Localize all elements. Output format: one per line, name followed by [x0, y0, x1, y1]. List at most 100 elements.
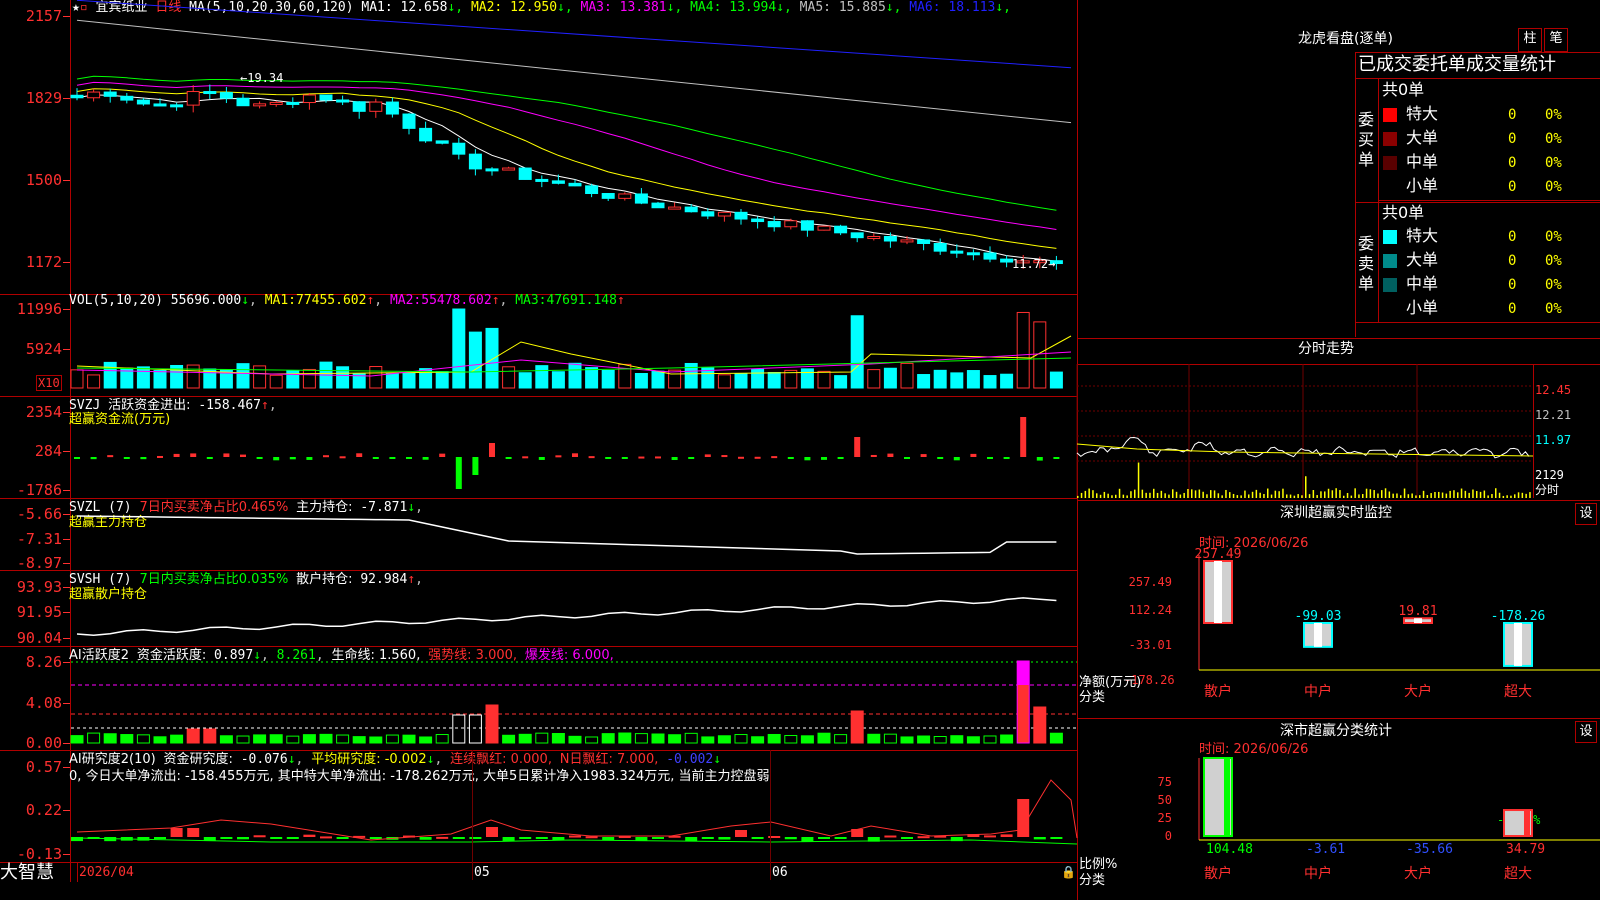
intraday-volume-bar	[1225, 489, 1227, 498]
candle-body	[651, 202, 665, 209]
stats-bar-value: 34.79	[1506, 842, 1545, 857]
intraday-volume-bar	[1118, 488, 1121, 498]
intraday-volume-bar	[1267, 488, 1269, 498]
stats-bar-chart[interactable]: 104.48 散户 -3.61 中户 -35.66 大户 34.79 超大	[1077, 740, 1600, 900]
intraday-volume-bar	[1343, 495, 1345, 498]
research-chart[interactable]	[71, 750, 1078, 862]
y-tick-label: 11996	[16, 300, 62, 318]
activity-bar	[236, 735, 250, 744]
intraday-volume-bar	[1103, 491, 1106, 498]
intraday-volume-bar	[1331, 490, 1334, 498]
stats-category-label: 中户	[1304, 865, 1332, 882]
monitor-bar-highlight	[1314, 623, 1322, 647]
intraday-unit: 分时	[1535, 483, 1560, 497]
y-tick-label: 0.22	[25, 801, 62, 819]
monitor-category-label: 大户	[1404, 683, 1432, 700]
candle-body	[253, 103, 267, 107]
candle-body	[518, 167, 532, 180]
research-bar	[237, 837, 249, 840]
row-pct: 0%	[1545, 229, 1562, 245]
stats-category-label: 大户	[1404, 865, 1432, 882]
candle-body	[634, 193, 648, 204]
intraday-volume-bar	[1358, 494, 1360, 498]
activity-bar	[850, 710, 864, 744]
activity-bar	[319, 733, 333, 744]
intraday-volume-bar	[1422, 490, 1425, 498]
activity-bar	[203, 728, 217, 744]
intraday-volume-bar	[1210, 490, 1212, 498]
y-tick-mark	[63, 262, 70, 263]
research-bar	[984, 835, 996, 838]
candle-body	[502, 167, 516, 171]
activity-bar	[817, 732, 831, 744]
candle-body	[87, 91, 101, 99]
activity-bar	[734, 734, 748, 744]
ma-line-5	[76, 19, 1072, 124]
candlestick-chart[interactable]	[70, 0, 1077, 294]
research-bar	[502, 837, 515, 841]
row-count: 0	[1508, 277, 1517, 293]
research-bar	[452, 837, 465, 839]
lock-icon[interactable]: 🔒	[1061, 865, 1076, 879]
volume-bar	[302, 368, 316, 389]
pillar-button[interactable]: 柱	[1518, 28, 1542, 52]
volume-bar	[502, 366, 516, 389]
y-tick-mark	[63, 98, 70, 99]
brand-logo[interactable]: 大智慧	[0, 863, 54, 883]
intraday-volume-bar	[1521, 492, 1524, 498]
activity-bar	[518, 733, 532, 744]
intraday-volume-bar	[1137, 462, 1140, 498]
intraday-volume-bar	[1400, 495, 1402, 498]
research-bar	[884, 835, 897, 838]
intraday-volume-bar	[1084, 490, 1087, 498]
monitor-bar-chart[interactable]: 257.49 散户 -99.03 中户 19.81 大户 -178.26 超大	[1077, 520, 1600, 720]
intraday-volume-bar	[1107, 493, 1109, 498]
research-bar	[170, 828, 183, 837]
volume-bar	[634, 373, 648, 389]
candle-body	[269, 101, 283, 105]
volume-chart[interactable]	[70, 294, 1077, 396]
main-holding-chart[interactable]	[71, 498, 1077, 570]
activity-bar	[618, 732, 632, 744]
vol-unit-badge[interactable]: X10	[36, 375, 62, 391]
section-divider	[1077, 500, 1600, 501]
candle-body	[734, 211, 748, 220]
research-bar	[486, 827, 498, 837]
y-tick-label: 284	[34, 442, 62, 460]
table-border	[1355, 52, 1356, 337]
candle-body	[784, 220, 798, 228]
ma-line-1	[76, 94, 1057, 262]
activity-bar	[867, 733, 881, 744]
intraday-volume-bar	[1407, 494, 1410, 498]
volume-bar	[917, 374, 931, 389]
color-swatch	[1383, 156, 1397, 170]
y-tick-label: 0.00	[25, 734, 62, 752]
x-label-jun: 06	[772, 865, 788, 880]
activity-chart[interactable]	[70, 646, 1077, 750]
volume-bar	[651, 370, 665, 389]
stats-category-label: 散户	[1204, 865, 1232, 882]
intraday-volume-bar	[1411, 493, 1413, 498]
research-bar	[303, 834, 316, 837]
intraday-volume-bar	[1126, 495, 1128, 498]
research-bar	[834, 837, 847, 839]
row-pct: 0%	[1545, 107, 1562, 123]
fund-flow-bar	[505, 457, 512, 459]
volume-bar	[518, 372, 532, 389]
intraday-volume-bar	[1449, 490, 1451, 498]
intraday-volume-bar	[1457, 492, 1459, 498]
retail-holding-chart[interactable]	[71, 570, 1077, 646]
y-tick-mark	[63, 539, 70, 540]
intraday-chart[interactable]	[1076, 364, 1534, 498]
row-pct: 0%	[1545, 301, 1562, 317]
y-tick-mark	[63, 767, 70, 768]
fund-flow-chart[interactable]	[71, 396, 1077, 498]
monitor-category-label: 超大	[1504, 684, 1532, 700]
fund-flow-bar	[173, 453, 180, 457]
pen-button[interactable]: 笔	[1544, 28, 1568, 52]
candle-body	[701, 211, 715, 217]
intraday-volume-bar	[1122, 494, 1125, 498]
fund-flow-bar	[406, 457, 412, 459]
intraday-volume-bar	[1396, 493, 1398, 498]
intraday-volume-bar	[1240, 495, 1242, 498]
